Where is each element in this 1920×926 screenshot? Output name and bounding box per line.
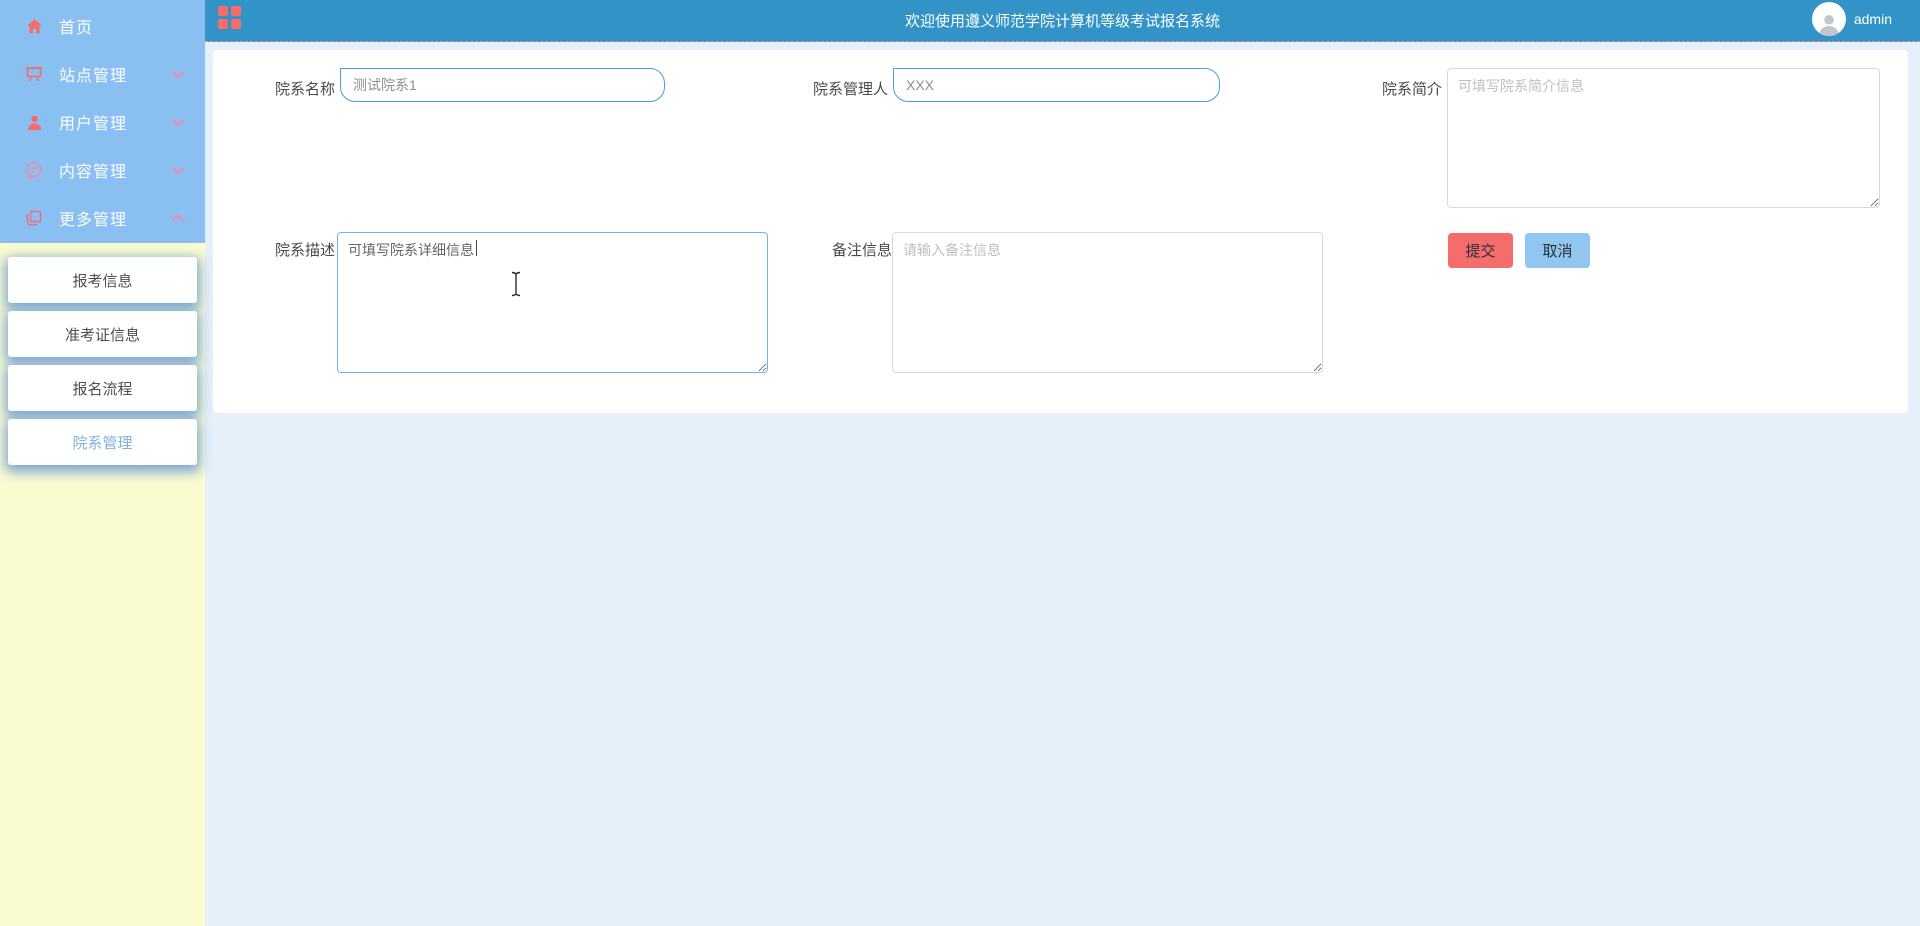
- avatar: [1811, 2, 1846, 36]
- sidebar-item-more-mgmt[interactable]: 更多管理: [0, 194, 205, 242]
- menu-grid-icon[interactable]: [218, 6, 242, 29]
- submenu-item-label: 院系管理: [72, 434, 133, 452]
- remark-label: 备注信息: [831, 242, 892, 259]
- more-icon: [25, 209, 43, 227]
- remark-textarea[interactable]: [892, 232, 1323, 373]
- submit-button[interactable]: 提交: [1448, 233, 1513, 268]
- site-icon: [25, 65, 43, 83]
- sidebar-submenu: 报考信息 准考证信息 报名流程 院系管理: [8, 257, 197, 465]
- sidebar-item-label: 首页: [59, 20, 94, 37]
- sidebar-item-home[interactable]: 首页: [0, 2, 205, 50]
- sidebar-item-label: 内容管理: [59, 164, 128, 181]
- user-menu[interactable]: admin: [1811, 2, 1892, 36]
- sidebar-item-label: 用户管理: [59, 116, 128, 133]
- dept-intro-label: 院系简介: [1381, 81, 1442, 98]
- sidebar-item-user-mgmt[interactable]: 用户管理: [0, 98, 205, 146]
- content-icon: [25, 161, 43, 179]
- main-content: 院系名称 院系管理人 院系简介 院系描述 可填写院系详细信息 备注信息 提交 取…: [205, 43, 1920, 926]
- submenu-item-label: 报名流程: [72, 380, 133, 398]
- sidebar-item-content-mgmt[interactable]: 内容管理: [0, 146, 205, 194]
- dept-intro-textarea[interactable]: [1447, 68, 1880, 208]
- submenu-item-label: 报考信息: [72, 272, 133, 290]
- submenu-item-department-mgmt[interactable]: 院系管理: [8, 419, 197, 465]
- dept-name-label: 院系名称: [274, 81, 335, 98]
- sidebar: 首页 站点管理 用户管理 内容管理 更多管理 报考信息 准考证信息 报名流程 院…: [0, 0, 205, 926]
- submenu-item-exam-info[interactable]: 报考信息: [8, 257, 197, 303]
- username-label: admin: [1853, 11, 1892, 27]
- sidebar-main-menu: 首页 站点管理 用户管理 内容管理 更多管理: [0, 0, 205, 243]
- submenu-item-label: 准考证信息: [64, 326, 140, 344]
- chevron-down-icon: [171, 118, 185, 126]
- chevron-down-icon: [171, 166, 185, 174]
- sidebar-item-site-mgmt[interactable]: 站点管理: [0, 50, 205, 98]
- user-icon: [25, 113, 43, 131]
- home-icon: [25, 17, 43, 35]
- dept-manager-label: 院系管理人: [812, 81, 888, 98]
- sidebar-item-label: 更多管理: [59, 212, 128, 229]
- cancel-button[interactable]: 取消: [1525, 233, 1590, 268]
- dept-desc-label: 院系描述: [274, 242, 335, 259]
- dept-name-input[interactable]: [340, 68, 665, 102]
- dept-desc-textarea[interactable]: 可填写院系详细信息: [337, 232, 768, 373]
- chevron-up-icon: [171, 213, 185, 222]
- chevron-down-icon: [171, 70, 185, 78]
- top-header: 欢迎使用遵义师范学院计算机等级考试报名系统 admin: [205, 0, 1920, 42]
- form-panel: 院系名称 院系管理人 院系简介 院系描述 可填写院系详细信息 备注信息 提交 取…: [213, 50, 1908, 413]
- text-caret: [476, 240, 477, 256]
- submenu-item-admission-ticket[interactable]: 准考证信息: [8, 311, 197, 357]
- sidebar-item-label: 站点管理: [59, 68, 128, 85]
- page-title: 欢迎使用遵义师范学院计算机等级考试报名系统: [904, 13, 1220, 30]
- dept-manager-input[interactable]: [893, 68, 1220, 102]
- submenu-item-signup-flow[interactable]: 报名流程: [8, 365, 197, 411]
